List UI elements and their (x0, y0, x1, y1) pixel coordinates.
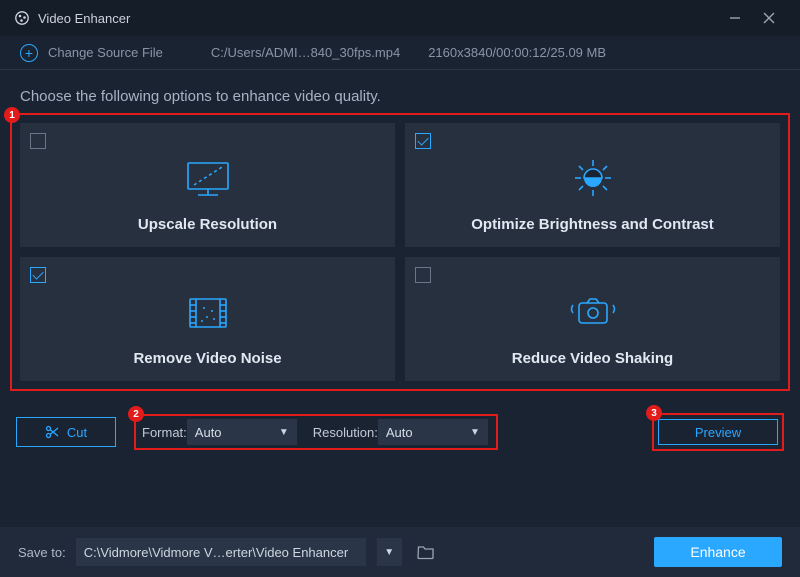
format-value: Auto (195, 425, 222, 440)
option-remove-noise[interactable]: Remove Video Noise (20, 257, 395, 381)
option-label: Upscale Resolution (138, 216, 277, 233)
annotation-box-2: 2 Format: Auto ▼ Resolution: Auto ▼ (134, 414, 498, 450)
close-button[interactable] (752, 0, 786, 36)
chevron-down-icon: ▼ (470, 427, 480, 438)
option-reduce-shaking[interactable]: Reduce Video Shaking (405, 257, 780, 381)
option-label: Optimize Brightness and Contrast (471, 216, 714, 233)
controls-row: Cut 2 Format: Auto ▼ Resolution: Auto ▼ … (0, 413, 800, 451)
option-label: Remove Video Noise (133, 350, 281, 367)
resolution-value: Auto (386, 425, 413, 440)
source-bar: + Change Source File C:/Users/ADMI…840_3… (0, 36, 800, 70)
app-icon (14, 10, 30, 26)
bottom-bar: Save to: C:\Vidmore\Vidmore V…erter\Vide… (0, 527, 800, 577)
minimize-button[interactable] (718, 0, 752, 36)
format-label: Format: (142, 425, 187, 440)
titlebar: Video Enhancer (0, 0, 800, 36)
save-path-history-button[interactable]: ▼ (376, 538, 402, 566)
resolution-label: Resolution: (313, 425, 378, 440)
save-to-label: Save to: (18, 545, 66, 560)
source-file-path: C:/Users/ADMI…840_30fps.mp4 (211, 45, 400, 60)
instruction-text: Choose the following options to enhance … (0, 70, 800, 117)
annotation-badge-3: 3 (646, 405, 662, 421)
checkbox-upscale[interactable] (30, 133, 46, 149)
chevron-down-icon: ▼ (384, 547, 394, 558)
plus-icon: + (20, 44, 38, 62)
checkbox-noise[interactable] (30, 267, 46, 283)
enhance-button[interactable]: Enhance (654, 537, 782, 567)
option-label: Reduce Video Shaking (512, 350, 673, 367)
option-upscale-resolution[interactable]: Upscale Resolution (20, 123, 395, 247)
save-path-field[interactable]: C:\Vidmore\Vidmore V…erter\Video Enhance… (76, 538, 366, 566)
preview-button[interactable]: Preview (658, 419, 778, 445)
checkbox-brightness[interactable] (415, 133, 431, 149)
annotation-box-3: 3 Preview (652, 413, 784, 451)
resolution-dropdown[interactable]: Auto ▼ (378, 419, 488, 445)
change-source-label: Change Source File (48, 45, 163, 60)
folder-icon (417, 544, 435, 560)
app-title: Video Enhancer (38, 11, 718, 26)
annotation-box-1: 1 Upscale Resolution (10, 113, 790, 391)
filmstrip-icon (184, 293, 232, 336)
enhance-options-grid: Upscale Resolution Optimize Bright (12, 115, 788, 389)
change-source-file-button[interactable]: + Change Source File (20, 44, 163, 62)
source-file-meta: 2160x3840/00:00:12/25.09 MB (428, 45, 606, 60)
annotation-badge-1: 1 (4, 107, 20, 123)
open-folder-button[interactable] (412, 538, 440, 566)
brightness-icon (567, 157, 619, 202)
chevron-down-icon: ▼ (279, 427, 289, 438)
annotation-badge-2: 2 (128, 406, 144, 422)
cut-label: Cut (67, 425, 87, 440)
enhance-label: Enhance (690, 544, 745, 560)
preview-label: Preview (695, 425, 741, 440)
cut-button[interactable]: Cut (16, 417, 116, 447)
scissors-icon (45, 425, 59, 439)
format-dropdown[interactable]: Auto ▼ (187, 419, 297, 445)
checkbox-shaking[interactable] (415, 267, 431, 283)
save-path-value: C:\Vidmore\Vidmore V…erter\Video Enhance… (84, 545, 348, 560)
monitor-icon (184, 159, 232, 202)
camera-shake-icon (567, 291, 619, 336)
option-brightness-contrast[interactable]: Optimize Brightness and Contrast (405, 123, 780, 247)
